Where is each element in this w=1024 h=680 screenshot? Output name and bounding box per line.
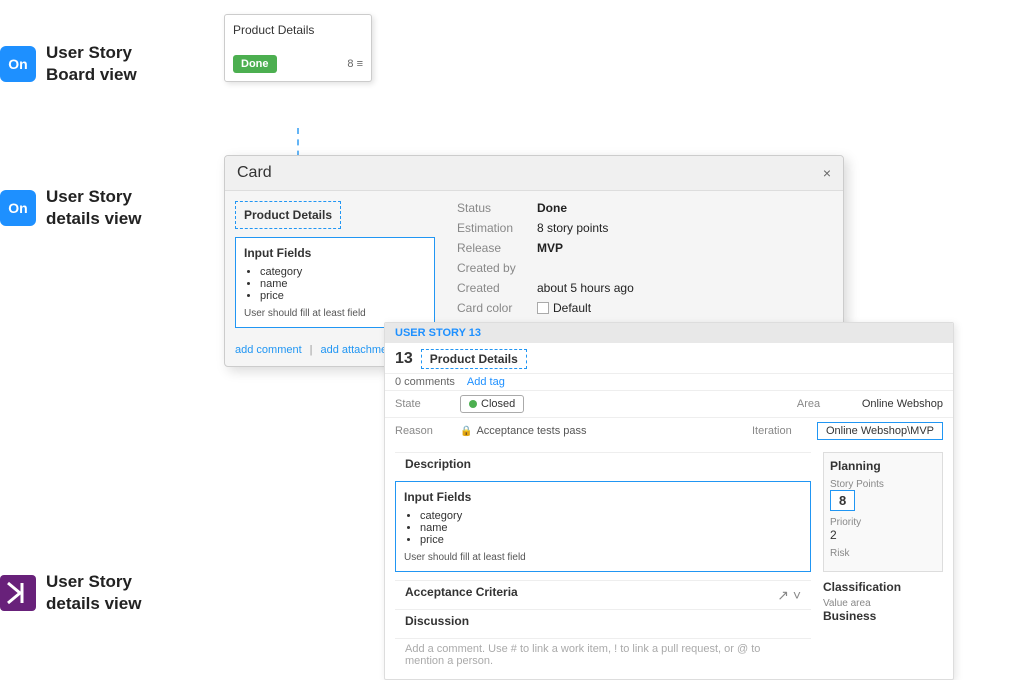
area-value: Online Webshop [862, 398, 943, 410]
card-dialog-title: Card [237, 164, 272, 182]
story-points-value: 8 [830, 490, 855, 511]
meta-card-color-row: Card color Default [457, 301, 833, 315]
priority-label: Priority [830, 517, 936, 528]
input-fields-title-main: Input Fields [244, 246, 426, 260]
list-item: category [260, 266, 426, 278]
story-comments-row: 0 comments Add tag [385, 373, 953, 390]
planning-title: Planning [830, 459, 936, 473]
meta-release-row: Release MVP [457, 241, 833, 255]
card-header: Card × [225, 156, 843, 191]
created-label: Created [457, 281, 537, 295]
description-heading: Description [405, 457, 801, 471]
story-panel: USER STORY 13 13 Product Details 0 comme… [384, 322, 954, 680]
details-view-section-bottom: User Story details view [0, 571, 141, 615]
meta-status-row: Status Done [457, 201, 833, 215]
reason-field: 🔒 Acceptance tests pass [460, 425, 587, 437]
on-logo-board: On [0, 46, 36, 82]
created-by-label: Created by [457, 261, 537, 275]
story-header-label: USER STORY 13 [395, 327, 481, 339]
list-item: price [260, 290, 426, 302]
input-fields-list-main: category name price [260, 266, 426, 302]
created-value: about 5 hours ago [537, 281, 634, 295]
meta-estimation-row: Estimation 8 story points [457, 221, 833, 235]
priority-field: Priority 2 [830, 517, 936, 542]
story-body: Description Input Fields category name p… [385, 444, 953, 679]
release-label: Release [457, 241, 537, 255]
release-value: MVP [537, 241, 563, 255]
story-title-box: Product Details [421, 349, 527, 369]
comments-count: 0 comments [395, 376, 455, 388]
board-card-footer: Done 8 ≡ [233, 55, 363, 73]
input-fields-list-story: category name price [420, 510, 802, 546]
story-points-label: Story Points [830, 479, 936, 490]
list-item: price [420, 534, 802, 546]
estimation-value: 8 story points [537, 221, 608, 235]
details-view-title-top: User Story details view [46, 186, 141, 230]
status-label: Status [457, 201, 537, 215]
classification-title: Classification [823, 580, 943, 594]
list-item: category [420, 510, 802, 522]
card-count: 8 ≡ [347, 58, 363, 70]
board-view-section: On User Story Board view [0, 42, 137, 86]
story-right-panel: Planning Story Points 8 Priority 2 Risk … [823, 452, 943, 671]
color-swatch [537, 302, 549, 314]
story-state-row: State Closed Area Online Webshop [385, 390, 953, 417]
classification-box: Classification Value area Business [823, 580, 943, 623]
list-item: name [260, 278, 426, 290]
discussion-placeholder[interactable]: Add a comment. Use # to link a work item… [395, 638, 811, 671]
input-fields-box-main: Input Fields category name price User sh… [235, 237, 435, 328]
vs-icon [0, 575, 36, 611]
story-points-field: Story Points 8 [830, 479, 936, 511]
status-value: Done [537, 201, 567, 215]
status-closed-badge: Closed [460, 395, 524, 413]
planning-box: Planning Story Points 8 Priority 2 Risk [823, 452, 943, 572]
story-id-row: 13 Product Details [385, 343, 953, 373]
acceptance-heading: Acceptance Criteria [405, 585, 518, 599]
value-area-value: Business [823, 609, 943, 623]
meta-created-by-row: Created by [457, 261, 833, 275]
product-details-label: Product Details [235, 201, 341, 229]
story-left-panel: Description Input Fields category name p… [395, 452, 811, 671]
add-tag-link[interactable]: Add tag [467, 376, 505, 388]
story-number: 13 [395, 350, 413, 368]
details-view-title-bottom: User Story details view [46, 571, 141, 615]
expand-icon[interactable]: ↗ ˅ [777, 587, 801, 604]
risk-field: Risk [830, 548, 936, 559]
board-view-title: User Story Board view [46, 42, 137, 86]
priority-value: 2 [830, 528, 936, 542]
links-separator: | [310, 344, 313, 356]
input-fields-note-story: User should fill at least field [404, 552, 802, 563]
state-label: State [395, 398, 450, 410]
close-button[interactable]: × [823, 165, 831, 181]
meta-created-row: Created about 5 hours ago [457, 281, 833, 295]
story-header: USER STORY 13 [385, 323, 953, 343]
done-badge: Done [233, 55, 277, 73]
lock-icon: 🔒 [460, 426, 472, 437]
discussion-heading: Discussion [405, 614, 801, 628]
add-comment-link[interactable]: add comment [235, 344, 302, 356]
iteration-value: Online Webshop\MVP [817, 422, 943, 440]
estimation-label: Estimation [457, 221, 537, 235]
description-section: Description [395, 452, 811, 481]
on-logo-details-top: On [0, 190, 36, 226]
risk-label: Risk [830, 548, 936, 559]
input-fields-box-story: Input Fields category name price User sh… [395, 481, 811, 572]
input-fields-note-main: User should fill at least field [244, 308, 426, 319]
iteration-label: Iteration [752, 425, 807, 437]
status-dot [469, 400, 477, 408]
input-fields-title-story: Input Fields [404, 490, 802, 504]
list-item: name [420, 522, 802, 534]
reason-label: Reason [395, 425, 450, 437]
card-color-value: Default [537, 301, 591, 315]
value-area-label: Value area [823, 598, 943, 609]
vs-logo [0, 575, 36, 611]
board-card: Product Details Done 8 ≡ [224, 14, 372, 82]
acceptance-criteria-section: Acceptance Criteria ↗ ˅ [395, 580, 811, 609]
area-label: Area [797, 398, 852, 410]
story-reason-row: Reason 🔒 Acceptance tests pass Iteration… [385, 417, 953, 444]
board-card-title: Product Details [233, 23, 363, 37]
discussion-section: Discussion [395, 609, 811, 638]
card-color-label: Card color [457, 301, 537, 315]
details-view-section-top: On User Story details view [0, 186, 141, 230]
